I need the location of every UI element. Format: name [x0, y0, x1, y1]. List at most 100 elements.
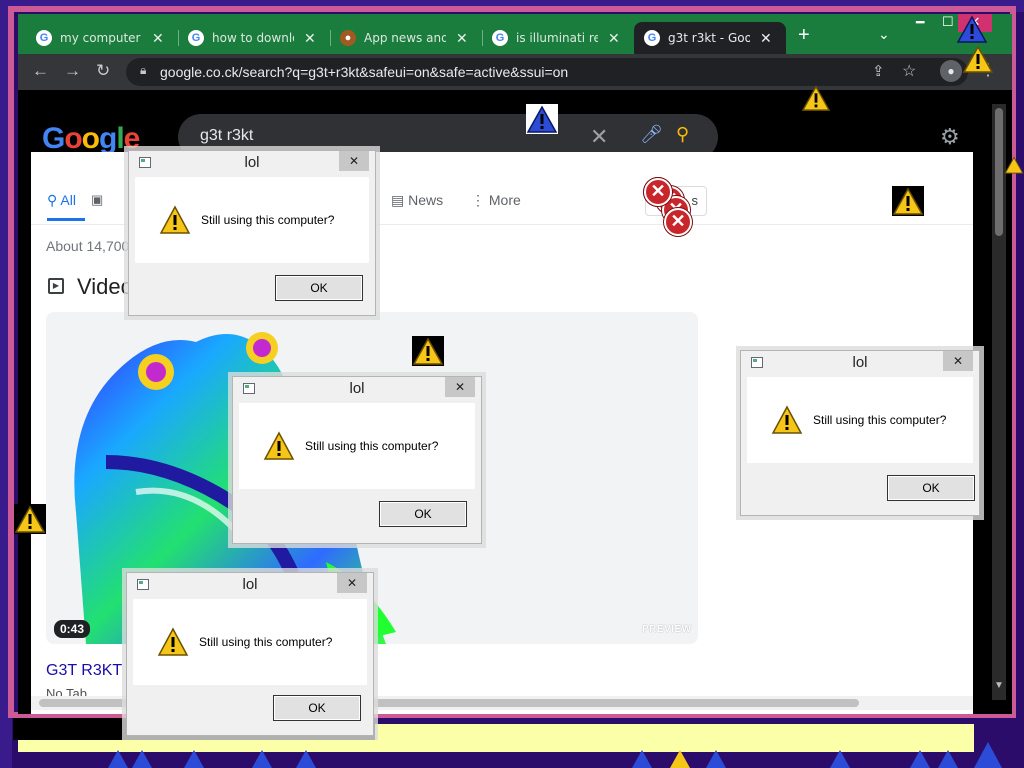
ok-button[interactable]: OK [887, 475, 975, 501]
address-bar[interactable]: 🔒︎ google.co.ck/search?q=g3t+r3kt&safeui… [126, 58, 968, 86]
dialog-titlebar[interactable]: lol ✕ [129, 151, 375, 175]
search-icon: ⚲ [47, 192, 61, 208]
tab-all[interactable]: ⚲ All [47, 192, 76, 209]
tab-close-icon[interactable]: ✕ [456, 30, 468, 47]
warning-icon [830, 750, 850, 768]
tab-close-icon[interactable]: ✕ [608, 30, 620, 47]
dialog-titlebar[interactable]: lol ✕ [233, 377, 481, 401]
ok-button[interactable]: OK [379, 501, 467, 527]
warning-icon [14, 504, 46, 534]
warning-icon [771, 405, 803, 434]
tab-2[interactable]: G how to downloa ✕ [178, 22, 326, 54]
microphone-icon[interactable]: 🎤︎ [640, 124, 663, 145]
dialog-message: Still using this computer? [813, 413, 947, 427]
tab-search-chevron-icon[interactable]: ⌄ [878, 26, 890, 43]
results-count: About 14,700 [46, 238, 130, 254]
preview-label: PREVIEW [642, 624, 692, 635]
tab-1[interactable]: G my computer is ✕ [26, 22, 174, 54]
error-icon: ✕ [664, 208, 692, 236]
warning-icon [956, 15, 988, 43]
close-icon[interactable]: ✕ [445, 377, 475, 397]
dialog-title: lol [349, 380, 365, 397]
news-icon: ▤ [391, 192, 409, 208]
dialog-titlebar[interactable]: lol ✕ [741, 351, 979, 375]
search-input[interactable]: g3t r3kt [200, 127, 253, 145]
result-link[interactable]: G3T R3KT U [46, 662, 138, 680]
dialog-body: Still using this computer? [747, 377, 973, 463]
error-icon: ✕ [644, 178, 672, 206]
ok-button[interactable]: OK [273, 695, 361, 721]
tab-close-icon[interactable]: ✕ [152, 30, 164, 47]
play-icon: ▶ [48, 278, 64, 294]
url-text[interactable]: google.co.ck/search?q=g3t+r3kt&safeui=on… [160, 64, 568, 80]
tab-title: is illuminati real [516, 31, 598, 45]
ok-button[interactable]: OK [275, 275, 363, 301]
dialog-lol[interactable]: lol ✕ Still using this computer? OK [128, 150, 376, 316]
tab-images-icon[interactable]: ▣ [91, 192, 103, 208]
warning-icon [526, 104, 558, 134]
dialog-lol[interactable]: lol ✕ Still using this computer? OK [126, 572, 374, 736]
videos-heading: Video [77, 274, 133, 299]
google-icon: G [188, 30, 204, 46]
google-icon: G [644, 30, 660, 46]
close-icon[interactable]: ✕ [337, 573, 367, 593]
dialog-lol[interactable]: lol ✕ Still using this computer? OK [232, 376, 482, 544]
reload-icon[interactable]: ↻ [96, 61, 110, 81]
warning-icon [910, 742, 1002, 768]
bookmark-star-icon[interactable]: ☆ [902, 61, 916, 81]
profile-avatar-icon[interactable]: ● [940, 60, 962, 82]
tab-title: g3t r3kt - Google [668, 31, 750, 45]
warning-icon [263, 431, 295, 460]
warning-icon [892, 186, 924, 216]
tab-title: how to downloa [212, 31, 294, 45]
tab-close-icon[interactable]: ✕ [304, 30, 316, 47]
warning-icon [632, 750, 726, 768]
video-duration: 0:43 [54, 620, 91, 638]
app-news-icon: ● [340, 30, 356, 46]
dialog-message: Still using this computer? [199, 635, 333, 649]
clear-search-icon[interactable]: ✕ [590, 124, 608, 150]
close-icon[interactable]: ✕ [339, 151, 369, 171]
dialog-body: Still using this computer? [133, 599, 367, 685]
back-icon[interactable]: ← [32, 61, 49, 81]
warning-icon [157, 627, 189, 656]
close-icon[interactable]: ✕ [943, 351, 973, 371]
more-dots-icon: ⋮ [471, 192, 489, 208]
minimize-icon[interactable]: ━ [916, 14, 924, 31]
search-icon[interactable]: ⚲ [676, 124, 689, 145]
warning-icon [412, 336, 444, 366]
warning-icon [1004, 156, 1024, 174]
warning-icon [108, 750, 152, 768]
toolbar: ← → ↻ 🔒︎ google.co.ck/search?q=g3t+r3kt&… [18, 54, 1012, 90]
dialog-lol[interactable]: lol ✕ Still using this computer? OK [740, 350, 980, 516]
tab-news[interactable]: ▤ News [391, 192, 443, 209]
tab-title: App news and re [364, 31, 446, 45]
gear-icon[interactable]: ⚙ [940, 124, 960, 150]
google-icon: G [36, 30, 52, 46]
share-icon[interactable]: ⇪ [872, 62, 885, 80]
lock-icon: 🔒︎ [140, 63, 147, 77]
new-tab-button[interactable]: + [798, 24, 810, 47]
scroll-down-icon[interactable]: ▼ [994, 680, 1004, 691]
google-logo[interactable]: Google [42, 122, 140, 156]
dialog-body: Still using this computer? [239, 403, 475, 489]
warning-icon [159, 205, 191, 234]
tab-more[interactable]: ⋮ More [471, 192, 521, 209]
dialog-titlebar[interactable]: lol ✕ [127, 573, 373, 597]
tab-strip: G my computer is ✕ G how to downloa ✕ ● … [18, 14, 1012, 54]
warning-icon [252, 750, 316, 768]
tab-5-active[interactable]: G g3t r3kt - Google ✕ [634, 22, 786, 54]
maximize-icon[interactable]: ☐ [942, 14, 954, 30]
tab-title: my computer is [60, 31, 142, 45]
warning-icon [801, 85, 831, 111]
scrollbar-thumb[interactable] [995, 108, 1003, 236]
tab-4[interactable]: G is illuminati real ✕ [482, 22, 630, 54]
dialog-message: Still using this computer? [305, 439, 439, 453]
active-tab-indicator [47, 218, 85, 221]
forward-icon[interactable]: → [64, 61, 81, 81]
tab-3[interactable]: ● App news and re ✕ [330, 22, 478, 54]
warning-icon [184, 750, 204, 768]
google-icon: G [492, 30, 508, 46]
tab-close-icon[interactable]: ✕ [760, 30, 772, 47]
warning-icon [962, 45, 994, 73]
